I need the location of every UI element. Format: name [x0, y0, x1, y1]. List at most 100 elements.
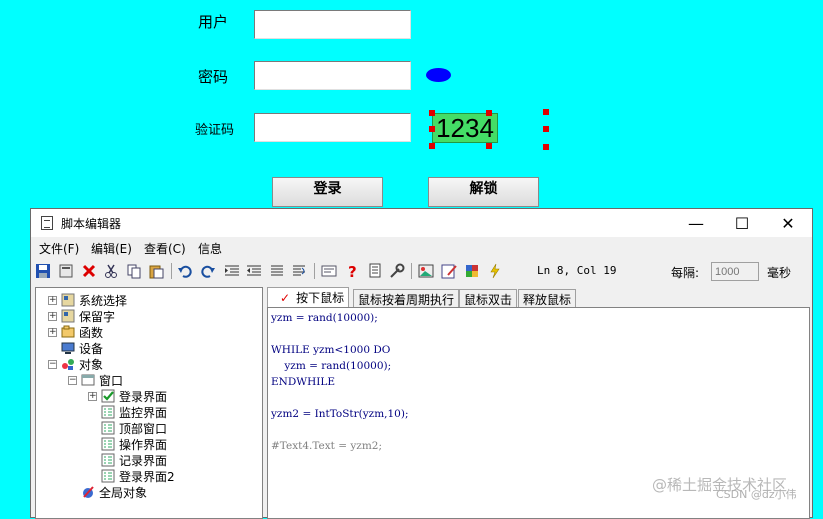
svg-text:?: ? — [348, 263, 357, 279]
selection-handle[interactable] — [486, 143, 492, 149]
event-tabs: ✓ 按下鼠标 鼠标按着周期执行 鼠标双击 释放鼠标 — [267, 287, 810, 307]
checked-form-icon — [101, 389, 115, 403]
menu-info[interactable]: 信息 — [198, 240, 222, 257]
selection-handle[interactable] — [543, 109, 549, 115]
selection-handle[interactable] — [543, 144, 549, 150]
expand-icon[interactable]: + — [48, 295, 57, 305]
save-all-icon[interactable] — [58, 263, 74, 279]
tree-item[interactable]: 记录界面 — [101, 452, 167, 468]
objects-icon — [62, 359, 74, 370]
toolbar-separator — [411, 263, 412, 279]
user-input[interactable] — [254, 10, 411, 39]
tree-item[interactable]: + 保留字 — [48, 308, 115, 324]
tool-icon[interactable] — [389, 263, 405, 279]
indent-icon[interactable] — [224, 263, 240, 279]
uncomment-icon[interactable] — [291, 263, 307, 279]
tree-item[interactable]: − 窗口 — [68, 372, 123, 388]
tree-item[interactable]: − 对象 — [48, 356, 103, 372]
tree-item[interactable]: + 函数 — [48, 324, 103, 340]
password-label: 密码 — [198, 68, 229, 86]
outdent-icon[interactable] — [246, 263, 262, 279]
collapse-icon[interactable]: − — [48, 359, 57, 369]
tree-item[interactable]: + 登录界面 — [88, 388, 167, 404]
blue-oval-shape[interactable] — [426, 68, 451, 82]
tab-mouse-release[interactable]: 释放鼠标 — [518, 289, 577, 307]
expand-icon[interactable]: + — [48, 311, 57, 321]
message-icon[interactable] — [321, 263, 337, 279]
global-icon — [83, 486, 94, 498]
captcha-text[interactable]: 1234 — [432, 113, 498, 143]
menu-view[interactable]: 查看(C) — [144, 240, 186, 257]
selection-handle[interactable] — [429, 143, 435, 149]
interval-input[interactable] — [711, 262, 759, 281]
password-input[interactable] — [254, 61, 411, 90]
tree-item-label: 对象 — [79, 357, 104, 372]
interval-unit: 毫秒 — [767, 266, 792, 280]
window-icon — [81, 374, 95, 386]
undo-icon[interactable] — [177, 263, 193, 279]
lightning-icon[interactable] — [487, 263, 503, 279]
title-bar[interactable]: 脚本编辑器 — ☐ ✕ — [31, 209, 812, 237]
selection-handle[interactable] — [429, 110, 435, 116]
redo-icon[interactable] — [200, 263, 216, 279]
tree-item-label: 操作界面 — [119, 437, 168, 452]
tree-item[interactable]: 登录界面2 — [101, 468, 175, 484]
cursor-position-status: Ln 8, Col 19 — [537, 264, 617, 277]
delete-icon[interactable] — [81, 263, 97, 279]
unlock-button[interactable]: 解锁 — [428, 177, 539, 207]
menu-bar: 文件(F) 编辑(E) 查看(C) 信息 — [31, 237, 812, 259]
object-tree[interactable]: + 系统选择 + 保留字 + 函数 设备 − 对象 − 窗口 + 登录界面 监控… — [35, 287, 263, 519]
cut-icon[interactable] — [103, 263, 119, 279]
tree-item[interactable]: 设备 — [61, 340, 103, 356]
code-line: #Text4.Text = yzm2; — [271, 440, 383, 452]
tree-item[interactable]: + 系统选择 — [48, 292, 127, 308]
tree-item-label: 顶部窗口 — [119, 421, 168, 436]
code-line: WHILE yzm<1000 DO — [271, 344, 391, 356]
minimize-button[interactable]: — — [673, 209, 719, 237]
expand-icon[interactable]: + — [88, 391, 97, 401]
edit-form-icon[interactable] — [441, 263, 457, 279]
selection-handle[interactable] — [486, 110, 492, 116]
function-icon — [61, 325, 75, 338]
book-icon[interactable] — [367, 263, 383, 279]
collapse-icon[interactable]: − — [68, 375, 77, 385]
paste-icon[interactable] — [148, 263, 164, 279]
save-icon[interactable] — [35, 263, 51, 279]
menu-file[interactable]: 文件(F) — [39, 240, 79, 257]
tree-item-label: 全局对象 — [99, 485, 148, 500]
captcha-label: 验证码 — [195, 123, 235, 138]
window-title: 脚本编辑器 — [61, 217, 122, 231]
copy-icon[interactable] — [126, 263, 142, 279]
form-icon — [101, 469, 115, 483]
tree-item[interactable]: 操作界面 — [101, 436, 167, 452]
menu-edit[interactable]: 编辑(E) — [91, 240, 132, 257]
tree-item-label: 设备 — [79, 341, 104, 356]
toolbar-separator — [314, 263, 315, 279]
tab-mouse-down[interactable]: ✓ 按下鼠标 — [267, 287, 350, 307]
maximize-button[interactable]: ☐ — [719, 209, 765, 237]
tree-item[interactable]: 全局对象 — [81, 484, 147, 500]
tab-mouse-hold-periodic[interactable]: 鼠标按着周期执行 — [353, 289, 460, 307]
login-button[interactable]: 登录 — [272, 177, 383, 207]
selection-handle[interactable] — [543, 126, 549, 132]
tree-item[interactable]: 监控界面 — [101, 404, 167, 420]
code-line: yzm = rand(10000); — [271, 360, 392, 372]
device-icon — [61, 342, 75, 354]
captcha-input[interactable] — [254, 113, 411, 142]
selection-handle[interactable] — [429, 126, 435, 132]
tree-item-label: 窗口 — [99, 373, 124, 388]
module-icon — [61, 309, 75, 323]
tree-item-label: 系统选择 — [79, 293, 128, 308]
expand-icon[interactable]: + — [48, 327, 57, 337]
checkmark-icon: ✓ — [280, 291, 291, 305]
help-icon[interactable]: ? — [344, 263, 360, 279]
code-line: ENDWHILE — [271, 376, 336, 388]
comment-icon[interactable] — [269, 263, 285, 279]
tree-item[interactable]: 顶部窗口 — [101, 420, 167, 436]
tab-mouse-double-click[interactable]: 鼠标双击 — [459, 289, 518, 307]
palette-icon[interactable] — [464, 263, 480, 279]
picture-icon[interactable] — [418, 263, 434, 279]
close-button[interactable]: ✕ — [765, 209, 811, 237]
